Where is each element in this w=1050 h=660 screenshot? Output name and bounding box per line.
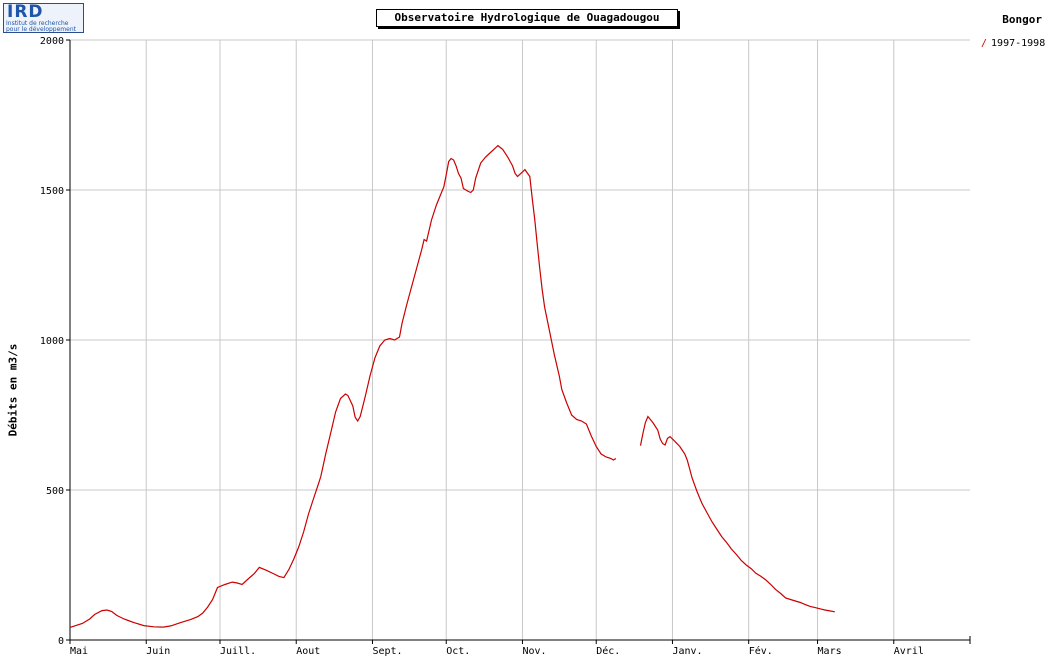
x-tick-label: Mai xyxy=(70,646,88,657)
x-tick-label: Sept. xyxy=(372,646,402,657)
series-line-1997-1998 xyxy=(69,144,617,628)
y-tick-label: 0 xyxy=(58,636,64,647)
y-tick-label: 2000 xyxy=(40,36,64,47)
x-tick-label: Déc. xyxy=(596,645,620,657)
x-tick-label: Fév. xyxy=(749,645,773,657)
x-tick-label: Juill. xyxy=(220,646,256,657)
y-tick-label: 500 xyxy=(46,486,64,497)
y-tick-label: 1000 xyxy=(40,336,64,347)
x-tick-label: Janv. xyxy=(672,646,702,657)
x-tick-label: Mars xyxy=(818,646,842,657)
x-tick-label: Avril xyxy=(894,646,924,657)
series-line-1997-1998 xyxy=(639,415,835,613)
x-tick-label: Nov. xyxy=(522,646,546,657)
x-tick-label: Juin xyxy=(146,646,170,657)
x-tick-label: Aout xyxy=(296,646,320,657)
y-tick-label: 1500 xyxy=(40,186,64,197)
chart-plot: 0 500 1000 1500 2000 Mai Juin Juill. Aout Sept. Oc… xyxy=(40,36,971,657)
x-tick-label: Oct. xyxy=(446,646,470,657)
